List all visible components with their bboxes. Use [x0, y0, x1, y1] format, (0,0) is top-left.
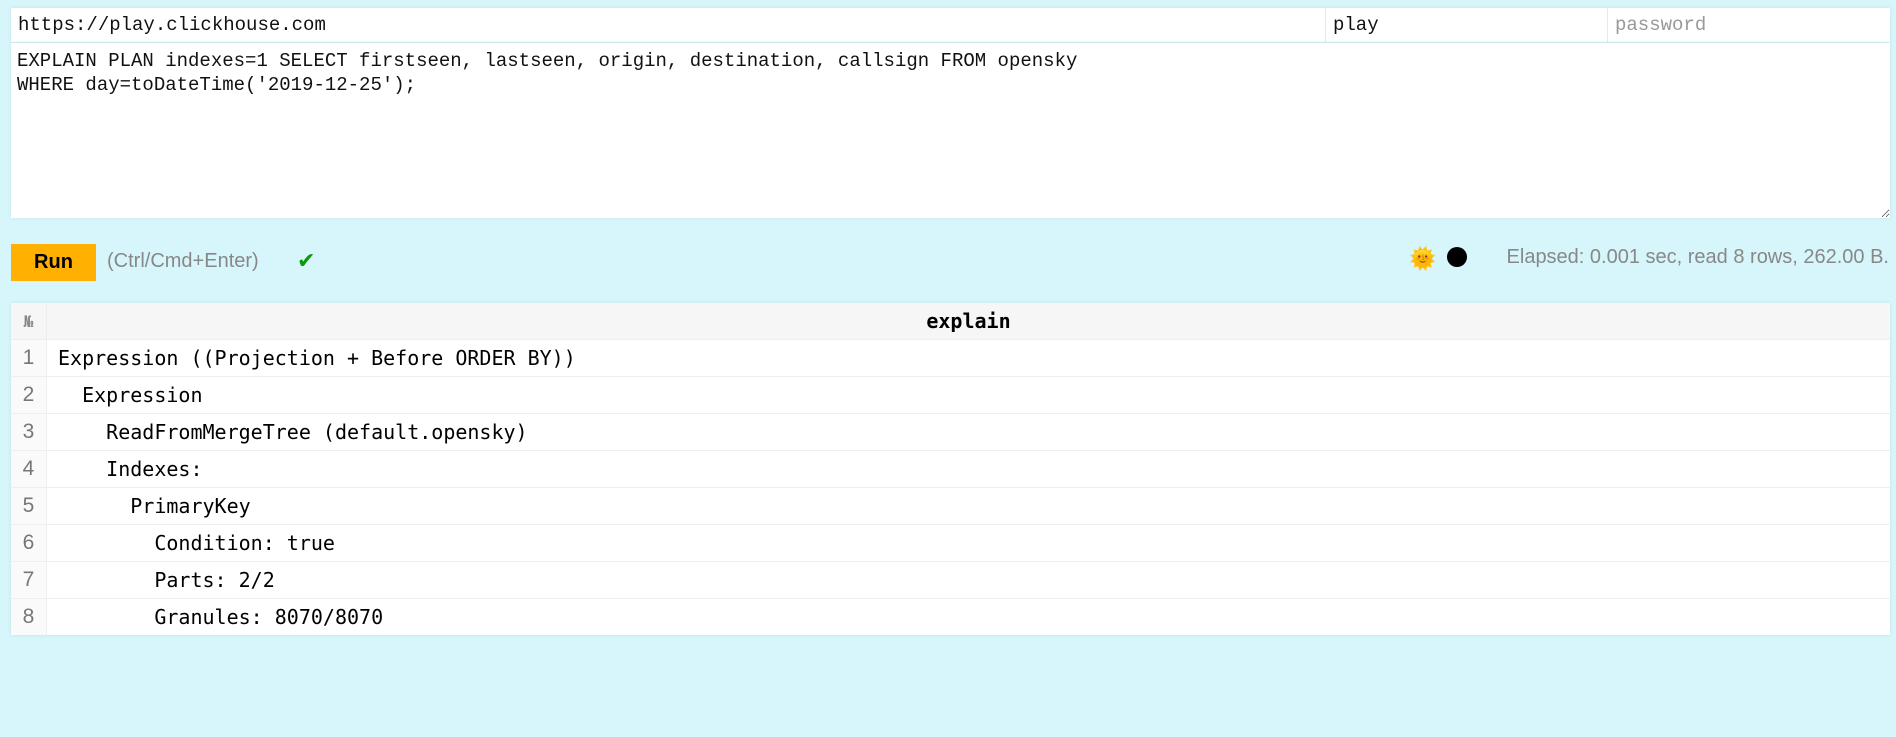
table-row: 8 Granules: 8070/8070 [11, 598, 1890, 635]
table-row: 7 Parts: 2/2 [11, 561, 1890, 599]
connection-bar [11, 8, 1890, 42]
row-number: 3 [11, 413, 47, 451]
table-cell: ReadFromMergeTree (default.opensky) [46, 413, 1890, 451]
password-input[interactable] [1608, 8, 1890, 42]
table-row: 6 Condition: true [11, 524, 1890, 562]
run-shortcut-hint: (Ctrl/Cmd+Enter) [107, 250, 259, 272]
dark-theme-icon[interactable] [1447, 247, 1467, 267]
table-cell: Granules: 8070/8070 [46, 598, 1890, 635]
query-editor[interactable]: EXPLAIN PLAN indexes=1 SELECT firstseen,… [11, 43, 1890, 218]
sun-icon[interactable]: 🌞 [1409, 246, 1436, 272]
row-number: 8 [11, 598, 47, 635]
run-button[interactable]: Run [11, 244, 96, 281]
table-cell: Parts: 2/2 [46, 561, 1890, 599]
row-number: 1 [11, 339, 47, 377]
row-number: 4 [11, 450, 47, 488]
table-cell: Indexes: [46, 450, 1890, 488]
table-cell: Expression ((Projection + Before ORDER B… [46, 339, 1890, 377]
table-row: 5 PrimaryKey [11, 487, 1890, 525]
table-row: 1 Expression ((Projection + Before ORDER… [11, 339, 1890, 377]
url-input[interactable] [11, 8, 1326, 42]
table-cell: PrimaryKey [46, 487, 1890, 525]
table-cell: Expression [46, 376, 1890, 414]
row-number: 6 [11, 524, 47, 562]
table-row: 3 ReadFromMergeTree (default.opensky) [11, 413, 1890, 451]
user-input[interactable] [1326, 8, 1608, 42]
table-row: 2 Expression [11, 376, 1890, 414]
row-number: 7 [11, 561, 47, 599]
check-icon: ✔ [297, 248, 316, 273]
row-number: 5 [11, 487, 47, 525]
table-row: 4 Indexes: [11, 450, 1890, 488]
results-table: № explain 1 Expression ((Projection + Be… [11, 303, 1890, 635]
column-header-explain[interactable]: explain [46, 303, 1890, 340]
elapsed-stats: Elapsed: 0.001 sec, read 8 rows, 262.00 … [1506, 246, 1889, 268]
row-number: 2 [11, 376, 47, 414]
row-number-header: № [11, 303, 47, 340]
table-cell: Condition: true [46, 524, 1890, 562]
table-header-row: № explain [11, 303, 1890, 340]
